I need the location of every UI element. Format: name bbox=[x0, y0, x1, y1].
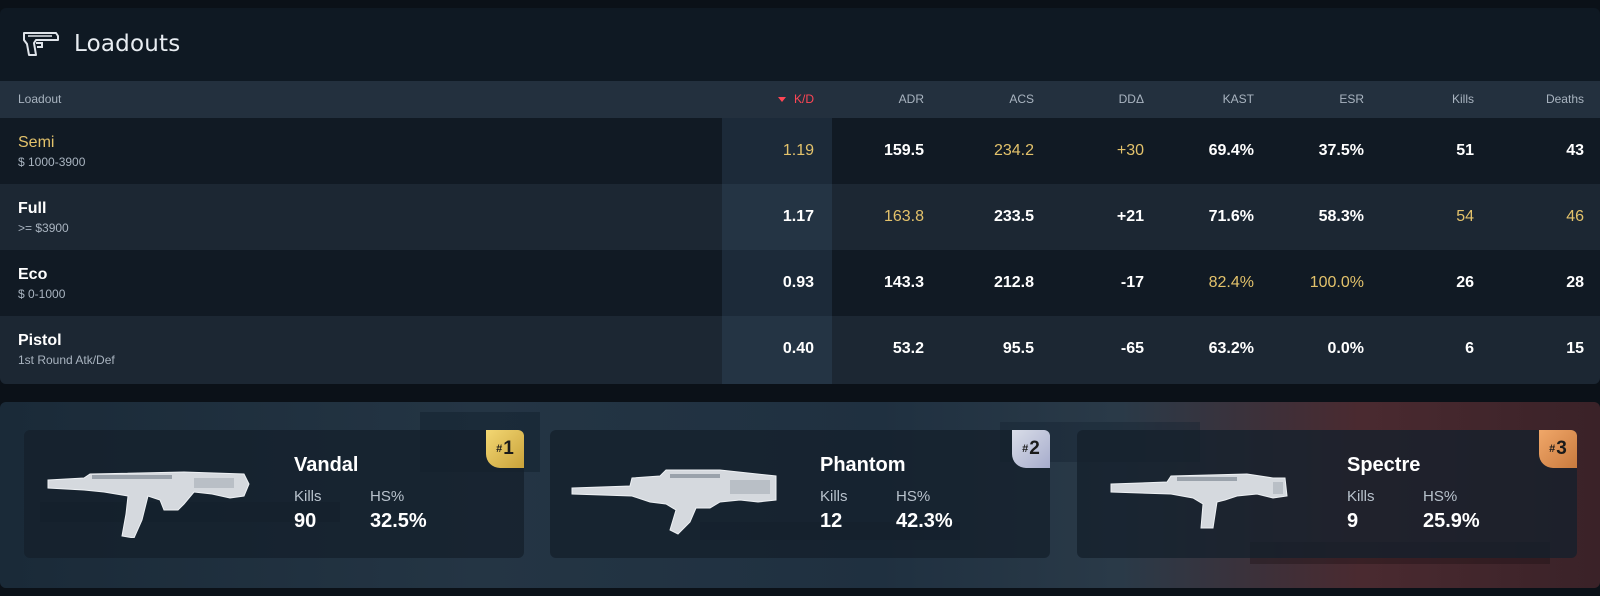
cell-acs: 233.5 bbox=[993, 208, 1034, 225]
cell-dda: -65 bbox=[1120, 340, 1144, 357]
cell-kd: 0.93 bbox=[782, 274, 814, 291]
top-weapons-panel: Vandal Kills HS% 90 32.5% #1 Phantom Kil… bbox=[0, 402, 1600, 588]
rank-number: 1 bbox=[503, 438, 514, 459]
cell-deaths: 28 bbox=[1566, 274, 1584, 291]
col-kast[interactable]: KAST bbox=[1154, 92, 1254, 106]
rank-number: 3 bbox=[1556, 438, 1567, 459]
col-acs[interactable]: ACS bbox=[934, 92, 1034, 106]
cell-kd: 1.17 bbox=[782, 208, 814, 225]
cell-esr: 100.0% bbox=[1309, 274, 1364, 291]
rank-number: 2 bbox=[1029, 438, 1040, 459]
cell-kd: 1.19 bbox=[782, 142, 814, 159]
spectre-smg-icon bbox=[1110, 473, 1288, 529]
hs-label: HS% bbox=[1423, 488, 1458, 505]
cell-kills: 51 bbox=[1456, 142, 1474, 159]
sort-desc-icon bbox=[777, 97, 786, 103]
cell-adr: 159.5 bbox=[883, 142, 924, 159]
weapon-card[interactable]: Vandal Kills HS% 90 32.5% #1 bbox=[24, 430, 524, 558]
cell-deaths: 46 bbox=[1566, 208, 1584, 225]
cell-kast: 63.2% bbox=[1208, 340, 1254, 357]
weapon-hs: 42.3% bbox=[896, 510, 953, 532]
cell-acs: 95.5 bbox=[1002, 340, 1034, 357]
cell-acs: 212.8 bbox=[993, 274, 1034, 291]
col-dda[interactable]: DDΔ bbox=[1044, 92, 1144, 106]
cell-deaths: 43 bbox=[1566, 142, 1584, 159]
col-kills[interactable]: Kills bbox=[1374, 92, 1474, 106]
kills-label: Kills bbox=[1347, 488, 1375, 505]
cell-esr: 0.0% bbox=[1327, 340, 1364, 357]
cell-kast: 71.6% bbox=[1208, 208, 1254, 225]
cell-kills: 26 bbox=[1456, 274, 1474, 291]
weapon-card[interactable]: Spectre Kills HS% 9 25.9% #3 bbox=[1077, 430, 1577, 558]
cell-esr: 58.3% bbox=[1318, 208, 1364, 225]
kills-label: Kills bbox=[294, 488, 322, 505]
kills-label: Kills bbox=[820, 488, 848, 505]
cell-adr: 163.8 bbox=[883, 208, 924, 225]
cell-kast: 69.4% bbox=[1208, 142, 1254, 159]
table-header: Loadout K/D ADR ACS DDΔ KAST ESR Kills D… bbox=[0, 81, 1600, 118]
vandal-rifle-icon bbox=[47, 471, 250, 538]
cell-kills: 54 bbox=[1456, 208, 1474, 225]
weapon-kills: 9 bbox=[1347, 510, 1359, 532]
cell-dda: +21 bbox=[1116, 208, 1144, 225]
cell-dda: -17 bbox=[1120, 274, 1144, 291]
cell-esr: 37.5% bbox=[1318, 142, 1364, 159]
weapon-kills: 12 bbox=[820, 510, 843, 532]
card-title: Loadouts bbox=[74, 31, 181, 57]
weapon-name: Spectre bbox=[1347, 454, 1421, 476]
cell-adr: 53.2 bbox=[892, 340, 924, 357]
col-deaths[interactable]: Deaths bbox=[1484, 92, 1584, 106]
cell-kills: 6 bbox=[1465, 340, 1474, 357]
weapon-card[interactable]: Phantom Kills HS% 12 42.3% #2 bbox=[550, 430, 1050, 558]
cell-acs: 234.2 bbox=[993, 142, 1034, 159]
cell-deaths: 15 bbox=[1566, 340, 1584, 357]
weapon-hs: 32.5% bbox=[370, 510, 427, 532]
col-kd[interactable]: K/D bbox=[714, 92, 814, 106]
loadouts-card: Loadouts Loadout K/D ADR ACS DDΔ KAST ES… bbox=[0, 8, 1600, 384]
cell-kast: 82.4% bbox=[1208, 274, 1254, 291]
pistol-icon bbox=[23, 32, 59, 56]
hs-label: HS% bbox=[896, 488, 931, 505]
weapon-name: Vandal bbox=[294, 454, 359, 476]
col-esr[interactable]: ESR bbox=[1264, 92, 1364, 106]
rank-badge: #2 bbox=[1012, 430, 1050, 468]
cell-dda: +30 bbox=[1116, 142, 1144, 159]
col-adr[interactable]: ADR bbox=[824, 92, 924, 106]
rank-badge: #1 bbox=[486, 430, 524, 468]
cell-adr: 143.3 bbox=[883, 274, 924, 291]
card-header: Loadouts bbox=[0, 8, 1600, 80]
col-kd-label: K/D bbox=[793, 92, 814, 106]
weapon-name: Phantom bbox=[820, 454, 906, 476]
weapon-kills: 90 bbox=[294, 510, 317, 532]
col-loadout[interactable]: Loadout bbox=[18, 92, 61, 106]
weapon-hs: 25.9% bbox=[1423, 510, 1480, 532]
rank-badge: #3 bbox=[1539, 430, 1577, 468]
hs-label: HS% bbox=[370, 488, 405, 505]
phantom-rifle-icon bbox=[571, 469, 777, 535]
cell-kd: 0.40 bbox=[782, 340, 814, 357]
